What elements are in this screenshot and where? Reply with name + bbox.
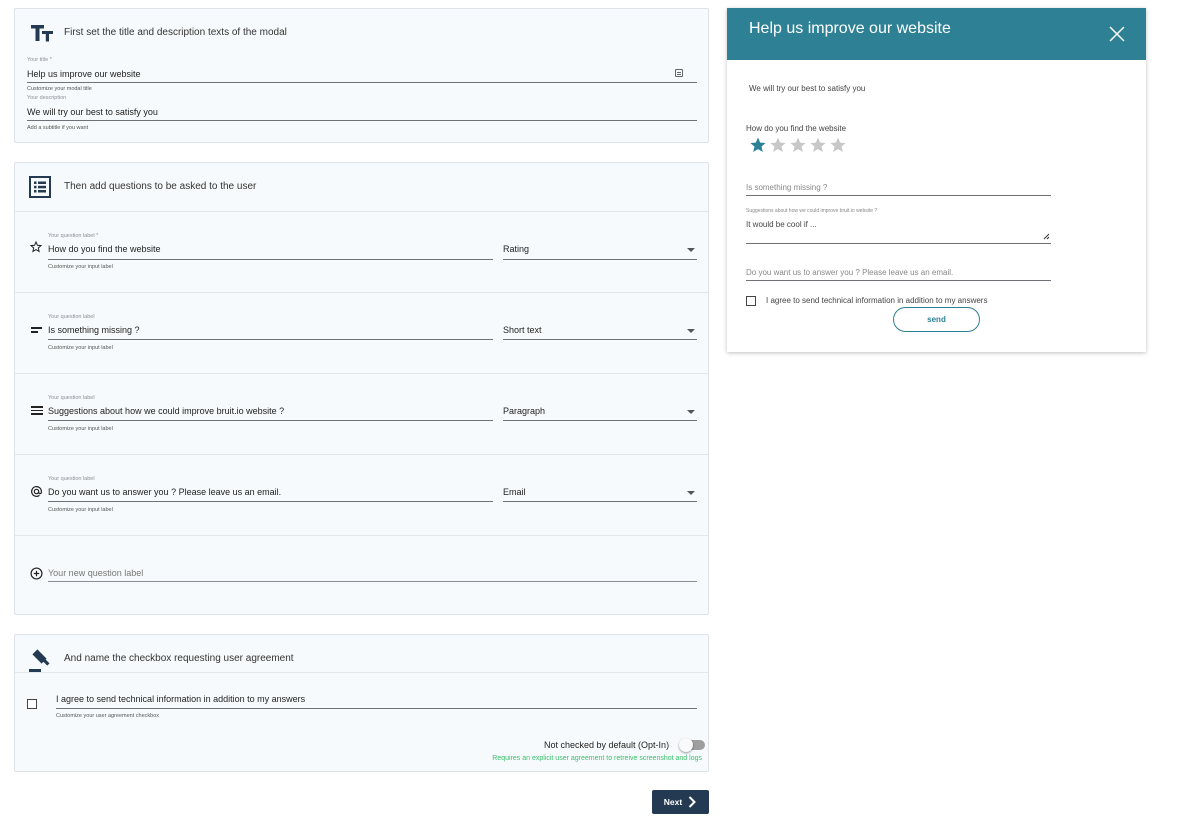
question-row: Your question label * How do you find th… bbox=[15, 212, 708, 292]
star-empty-icon[interactable] bbox=[830, 137, 846, 153]
question-type-select[interactable]: Paragraph bbox=[503, 406, 545, 416]
select-underline bbox=[503, 420, 697, 421]
modal-preview: Help us improve our website We will try … bbox=[727, 8, 1146, 352]
question-hint: Customize your input label bbox=[48, 264, 113, 270]
agreement-section-heading: And name the checkbox requesting user ag… bbox=[64, 653, 294, 664]
question-type-select[interactable]: Rating bbox=[503, 244, 529, 254]
rating-stars[interactable] bbox=[750, 137, 850, 154]
opt-in-toggle-label: Not checked by default (Opt-In) bbox=[544, 740, 670, 750]
rating-question-label: How do you find the website bbox=[746, 124, 847, 133]
agreement-input-underline bbox=[56, 708, 697, 709]
title-field-label: Your title * bbox=[27, 57, 52, 63]
emoji-picker-icon[interactable] bbox=[675, 69, 683, 77]
add-circle-icon[interactable] bbox=[30, 567, 43, 580]
question-row: Your question label Suggestions about ho… bbox=[15, 374, 708, 454]
question-input-underline bbox=[48, 420, 493, 421]
list-icon bbox=[29, 176, 51, 198]
title-input-underline bbox=[27, 82, 697, 83]
chevron-down-icon[interactable] bbox=[687, 248, 695, 252]
agreement-hint: Customize your user agreement checkbox bbox=[56, 713, 160, 719]
questions-section-heading: Then add questions to be asked to the us… bbox=[64, 181, 257, 192]
select-underline bbox=[503, 339, 697, 340]
title-section-heading: First set the title and description text… bbox=[64, 27, 287, 38]
modal-header: Help us improve our website bbox=[727, 8, 1146, 60]
email-input-underline bbox=[746, 280, 1051, 281]
title-field-hint: Customize your modal title bbox=[27, 86, 92, 92]
modal-title: Help us improve our website bbox=[749, 20, 951, 37]
chevron-down-icon[interactable] bbox=[687, 329, 695, 333]
agreement-checkbox[interactable] bbox=[27, 699, 37, 709]
question-label-caption: Your question label * bbox=[48, 233, 99, 239]
chevron-down-icon[interactable] bbox=[687, 410, 695, 414]
title-input[interactable]: Help us improve our website bbox=[27, 69, 141, 79]
question-input-underline bbox=[48, 339, 493, 340]
modal-agreement-checkbox[interactable] bbox=[746, 296, 756, 306]
send-button[interactable]: send bbox=[893, 307, 980, 332]
question-hint: Customize your input label bbox=[48, 507, 113, 513]
next-button-label: Next bbox=[663, 797, 683, 807]
opt-in-toggle[interactable] bbox=[679, 738, 705, 752]
suggestions-label: Suggestions about how we could improve b… bbox=[746, 208, 878, 214]
question-label-input[interactable]: Do you want us to answer you ? Please le… bbox=[48, 487, 281, 497]
at-sign-icon bbox=[30, 485, 43, 498]
chevron-right-icon bbox=[689, 796, 697, 808]
question-input-underline bbox=[48, 259, 493, 260]
short-text-icon bbox=[31, 327, 42, 333]
description-field-label: Your description bbox=[27, 95, 67, 101]
agreement-card: And name the checkbox requesting user ag… bbox=[14, 634, 709, 772]
gavel-icon bbox=[27, 648, 53, 674]
question-type-select[interactable]: Short text bbox=[503, 325, 542, 335]
new-question-row: Your new question label bbox=[15, 536, 708, 616]
star-filled-icon[interactable] bbox=[750, 137, 766, 153]
title-settings-card: First set the title and description text… bbox=[14, 8, 709, 143]
next-button[interactable]: Next bbox=[652, 790, 709, 814]
question-hint: Customize your input label bbox=[48, 426, 113, 432]
modal-agreement-label: I agree to send technical information in… bbox=[766, 296, 988, 305]
question-label-input[interactable]: Is something missing ? bbox=[48, 325, 140, 335]
resize-handle-icon[interactable] bbox=[1043, 233, 1050, 240]
opt-in-note: Requires an explicit user agreement to r… bbox=[492, 755, 702, 762]
question-label-caption: Your question label bbox=[48, 314, 95, 320]
question-row: Your question label Do you want us to an… bbox=[15, 455, 708, 535]
chevron-down-icon[interactable] bbox=[687, 491, 695, 495]
question-label-caption: Your question label bbox=[48, 395, 95, 401]
question-label-input[interactable]: How do you find the website bbox=[48, 244, 161, 254]
divider bbox=[15, 672, 708, 673]
select-underline bbox=[503, 259, 697, 260]
question-label-caption: Your question label bbox=[48, 476, 95, 482]
email-input[interactable]: Do you want us to answer you ? Please le… bbox=[746, 268, 953, 277]
agreement-label-input[interactable]: I agree to send technical information in… bbox=[56, 694, 305, 704]
star-outline-icon bbox=[29, 240, 43, 253]
new-question-input[interactable]: Your new question label bbox=[48, 568, 143, 578]
question-label-input[interactable]: Suggestions about how we could improve b… bbox=[48, 406, 284, 416]
description-input-underline bbox=[27, 120, 697, 121]
description-field-hint: Add a subtitle if you want bbox=[27, 125, 89, 131]
modal-description: We will try our best to satisfy you bbox=[749, 84, 866, 93]
suggestions-textarea[interactable]: It would be cool if ... bbox=[746, 220, 817, 229]
missing-input-underline bbox=[746, 195, 1051, 196]
questions-card: Then add questions to be asked to the us… bbox=[14, 162, 709, 615]
missing-input[interactable]: Is something missing ? bbox=[746, 183, 827, 192]
close-icon[interactable] bbox=[1108, 25, 1126, 43]
select-underline bbox=[503, 501, 697, 502]
question-row: Your question label Is something missing… bbox=[15, 293, 708, 373]
suggestions-underline bbox=[746, 243, 1051, 244]
star-empty-icon[interactable] bbox=[810, 137, 826, 153]
question-type-select[interactable]: Email bbox=[503, 487, 526, 497]
star-empty-icon[interactable] bbox=[790, 137, 806, 153]
star-empty-icon[interactable] bbox=[770, 137, 786, 153]
description-input[interactable]: We will try our best to satisfy you bbox=[27, 107, 158, 117]
question-hint: Customize your input label bbox=[48, 345, 113, 351]
question-input-underline bbox=[48, 501, 493, 502]
paragraph-icon bbox=[31, 406, 43, 415]
new-question-underline bbox=[48, 581, 697, 582]
text-format-icon bbox=[30, 23, 54, 43]
